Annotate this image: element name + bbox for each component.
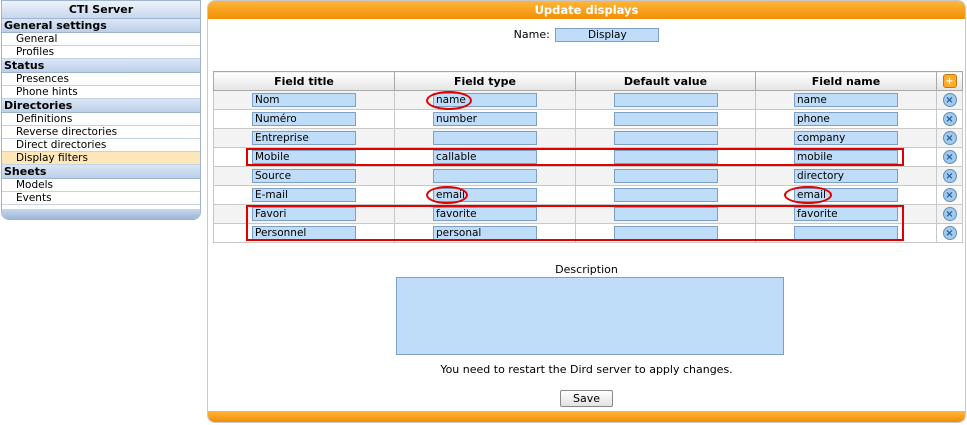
main-panel: Update displays Name: Display Field titl… [207, 0, 966, 423]
delete-icon[interactable]: × [942, 226, 957, 240]
highlight-rect-favori-personnel-rows [246, 205, 904, 241]
sidebar-item-direct-directories[interactable]: Direct directories [2, 139, 200, 152]
table-cell [575, 109, 756, 129]
table-cell: × [936, 109, 963, 129]
field-name-input[interactable]: name [794, 93, 898, 107]
sidebar-section-status: Status [2, 59, 200, 73]
sidebar-item-reverse-directories[interactable]: Reverse directories [2, 126, 200, 139]
name-row: Name: Display [208, 28, 965, 42]
description-textarea[interactable] [396, 277, 784, 355]
highlight-circle-field-email [784, 186, 832, 204]
delete-icon[interactable]: × [942, 207, 957, 221]
table-row: Numéro number phone × [213, 109, 963, 129]
table-cell [575, 128, 756, 148]
sidebar-section-directories: Directories [2, 99, 200, 113]
field-name-input[interactable]: phone [794, 112, 898, 126]
sidebar-item-display-filters[interactable]: Display filters [2, 152, 200, 165]
name-input[interactable]: Display [555, 28, 660, 42]
default-value-input[interactable] [613, 131, 718, 145]
field-name-input[interactable]: company [794, 131, 898, 145]
delete-icon[interactable]: × [942, 150, 957, 164]
field-type-input[interactable] [433, 131, 537, 145]
sidebar-section-general-settings: General settings [2, 19, 200, 33]
table-cell: number [394, 109, 576, 129]
sidebar-item-definitions[interactable]: Definitions [2, 113, 200, 126]
table-cell: name [394, 90, 576, 110]
table-cell: company [755, 128, 937, 148]
sidebar-title: CTI Server [2, 1, 200, 19]
header-field-name: Field name [755, 71, 937, 91]
name-label: Name: [513, 28, 550, 41]
table-cell: × [936, 128, 963, 148]
delete-icon[interactable]: × [942, 131, 957, 145]
table-cell: Entreprise [213, 128, 395, 148]
header-field-type: Field type [394, 71, 576, 91]
table-cell: email [755, 185, 937, 205]
delete-icon[interactable]: × [942, 93, 957, 107]
table-cell: Source [213, 166, 395, 186]
field-title-input[interactable]: Numéro [252, 112, 356, 126]
field-title-input[interactable]: Nom [252, 93, 356, 107]
table-cell: name [755, 90, 937, 110]
sidebar-section-sheets: Sheets [2, 165, 200, 179]
table-cell [394, 166, 576, 186]
default-value-input[interactable] [613, 93, 718, 107]
table-row: Source directory × [213, 166, 963, 186]
table-row: Nom name name × [213, 90, 963, 110]
highlight-circle-type-name [426, 91, 472, 110]
table-cell: × [936, 166, 963, 186]
panel-title: Update displays [208, 1, 965, 19]
table-cell [575, 90, 756, 110]
field-name-input[interactable]: directory [794, 169, 898, 183]
highlight-circle-type-email [426, 186, 468, 204]
table-row: Entreprise company × [213, 128, 963, 148]
description-label: Description [555, 263, 618, 276]
table-cell [575, 166, 756, 186]
table-cell: phone [755, 109, 937, 129]
sidebar-item-presences[interactable]: Presences [2, 73, 200, 86]
header-actions: + [936, 71, 963, 91]
field-title-input[interactable]: Entreprise [252, 131, 356, 145]
header-field-title: Field title [213, 71, 395, 91]
sidebar-item-phone-hints[interactable]: Phone hints [2, 86, 200, 99]
table-cell: × [936, 223, 963, 243]
default-value-input[interactable] [613, 112, 718, 126]
default-value-input[interactable] [613, 188, 718, 202]
table-cell: × [936, 90, 963, 110]
table-cell: × [936, 204, 963, 224]
default-value-input[interactable] [613, 169, 718, 183]
table-cell: × [936, 185, 963, 205]
table-cell: E-mail [213, 185, 395, 205]
restart-note: You need to restart the Dird server to a… [440, 363, 733, 376]
save-button[interactable]: Save [559, 390, 613, 407]
sidebar-item-models[interactable]: Models [2, 179, 200, 192]
table-cell: directory [755, 166, 937, 186]
table-cell [575, 185, 756, 205]
table-row: E-mail email email × [213, 185, 963, 205]
table-cell: email [394, 185, 576, 205]
header-default-value: Default value [575, 71, 756, 91]
table-header-row: Field title Field type Default value Fie… [213, 71, 963, 91]
delete-icon[interactable]: × [942, 169, 957, 183]
table-cell: Numéro [213, 109, 395, 129]
table-cell [394, 128, 576, 148]
delete-icon[interactable]: × [942, 188, 957, 202]
table-cell: × [936, 147, 963, 167]
sidebar-item-general[interactable]: General [2, 33, 200, 46]
field-title-input[interactable]: Source [252, 169, 356, 183]
sidebar-footer [2, 209, 200, 219]
delete-icon[interactable]: × [942, 112, 957, 126]
field-title-input[interactable]: E-mail [252, 188, 356, 202]
field-type-input[interactable]: number [433, 112, 537, 126]
sidebar-item-profiles[interactable]: Profiles [2, 46, 200, 59]
sidebar-item-events[interactable]: Events [2, 192, 200, 205]
add-icon[interactable]: + [942, 74, 957, 88]
field-type-input[interactable] [433, 169, 537, 183]
table-cell: Nom [213, 90, 395, 110]
panel-footer [208, 411, 965, 422]
highlight-rect-mobile-row [246, 148, 904, 166]
save-row: Save [208, 390, 965, 407]
sidebar: CTI Server General settings General Prof… [1, 0, 201, 220]
